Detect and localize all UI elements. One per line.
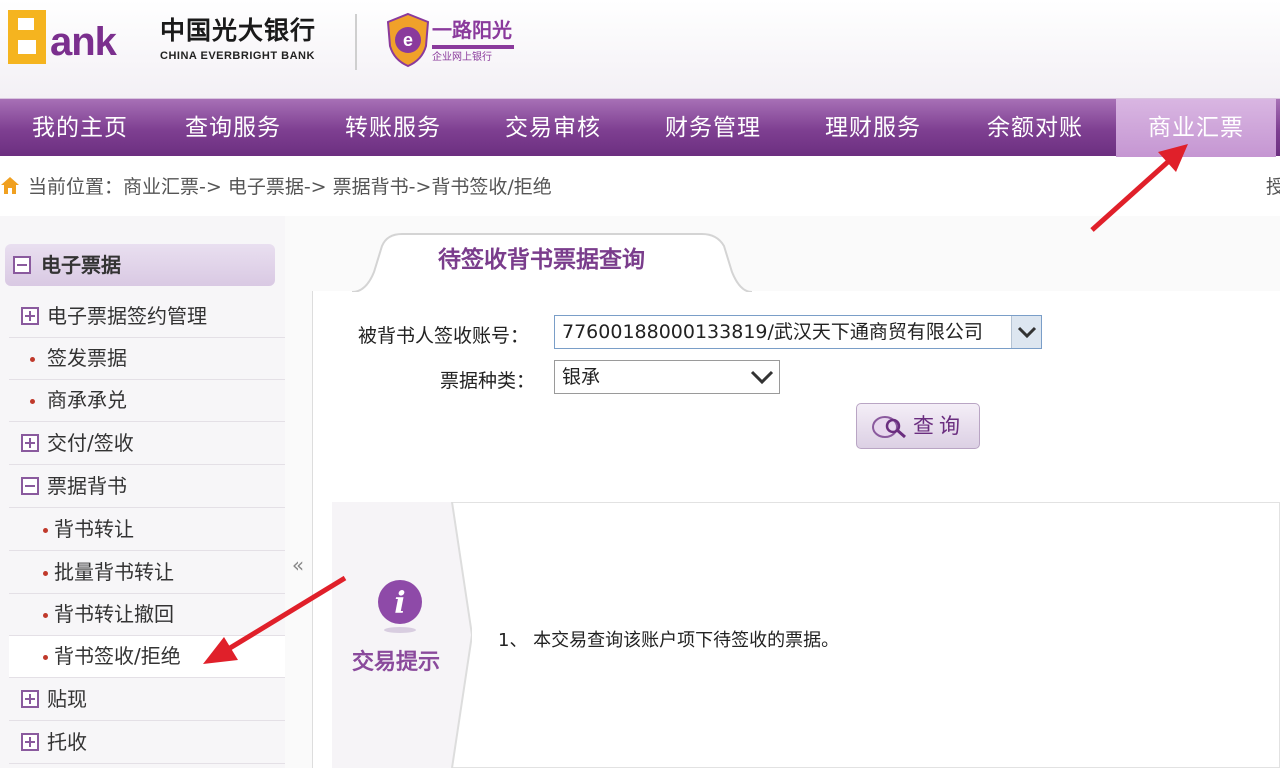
tips-title: 交易提示 [352, 650, 441, 675]
sidebar-item-sign-mgmt[interactable]: 电子票据签约管理 [9, 296, 285, 338]
sidebar-item-label: 托收 [47, 730, 87, 754]
sidebar-collapse-button[interactable]: « [286, 552, 310, 578]
header: ank 中国光大银行 CHINA EVERBRIGHT BANK e 一路阳光 … [0, 0, 1280, 98]
bank-logo-b [8, 10, 46, 64]
expand-icon [21, 434, 39, 452]
expand-icon [21, 690, 39, 708]
sidebar-item-label: 交付/签收 [47, 431, 134, 455]
sidebar-header[interactable]: 电子票据 [5, 244, 275, 286]
sidebar-item-label: 贴现 [47, 687, 87, 711]
svg-text:i: i [394, 586, 405, 621]
expand-icon [21, 733, 39, 751]
bill-kind-label: 票据种类： [440, 370, 536, 392]
sidebar-item-label: 批量背书转让 [54, 560, 174, 584]
chevron-down-icon [747, 361, 777, 393]
bill-kind-select-value: 银承 [562, 366, 601, 388]
query-button[interactable]: 查询 [856, 403, 980, 449]
bank-name-en: CHINA EVERBRIGHT BANK [160, 50, 315, 62]
account-label: 被背书人签收账号： [358, 325, 530, 347]
sidebar-item-label: 背书转让撤回 [54, 602, 174, 626]
header-divider [355, 14, 357, 70]
sidebar-item-discount[interactable]: 贴现 [9, 679, 285, 721]
sidebar-item-collection[interactable]: 托收 [9, 722, 285, 764]
query-button-label: 查询 [913, 414, 965, 438]
nav-item-reconcile[interactable]: 余额对账 [955, 99, 1115, 157]
breadcrumb: 当前位置：商业汇票-> 电子票据-> 票据背书->背书签收/拒绝 [28, 176, 552, 198]
slogan: 一路阳光 [432, 18, 512, 42]
info-icon: i [378, 580, 422, 633]
tips-side-panel [332, 502, 472, 768]
nav-item-query[interactable]: 查询服务 [153, 99, 313, 157]
sidebar-item-label: 签发票据 [47, 346, 127, 370]
sidebar-item-batch-endorse[interactable]: 批量背书转让 [9, 552, 285, 594]
sidebar-header-label: 电子票据 [41, 253, 121, 277]
sidebar-item-deliver-receive[interactable]: 交付/签收 [9, 423, 285, 465]
sidebar-item-endorsement[interactable]: 票据背书 [9, 466, 285, 508]
tab-pending-endorsement-query[interactable]: 待签收背书票据查询 [438, 244, 645, 276]
home-icon [1, 177, 19, 194]
sidebar-item-label: 商承承兑 [47, 388, 127, 412]
magnifier-icon [872, 416, 906, 439]
sidebar-item-endorse-sign-reject[interactable]: 背书签收/拒绝 [9, 636, 285, 678]
bullet-icon [43, 528, 48, 533]
nav-item-commercial-draft[interactable]: 商业汇票 [1116, 99, 1276, 157]
shield-logo-icon: e [386, 12, 430, 68]
nav-item-approval[interactable]: 交易审核 [473, 99, 633, 157]
sidebar-item-label: 电子票据签约管理 [47, 304, 207, 328]
bill-kind-select[interactable]: 银承 [554, 360, 780, 394]
sidebar-item-issue[interactable]: 签发票据 [9, 338, 285, 380]
bullet-icon [43, 655, 48, 660]
nav-item-home[interactable]: 我的主页 [0, 99, 160, 157]
sidebar-item-label: 票据背书 [47, 474, 127, 498]
account-select[interactable]: 77600188000133819/武汉天下通商贸有限公司 [554, 315, 1042, 349]
main-nav: 我的主页 查询服务 转账服务 交易审核 财务管理 理财服务 余额对账 商业汇票 [0, 98, 1280, 157]
sidebar-item-endorse-revoke[interactable]: 背书转让撤回 [9, 594, 285, 636]
collapse-icon [21, 477, 39, 495]
bank-logo-text: ank [50, 20, 117, 64]
sidebar-item-label: 背书签收/拒绝 [54, 644, 181, 668]
bullet-icon [30, 357, 35, 362]
bank-name-cn: 中国光大银行 [160, 16, 317, 45]
bullet-icon [43, 571, 48, 576]
bullet-icon [43, 613, 48, 618]
tips-item: 1、 本交易查询该账户项下待签收的票据。 [498, 630, 840, 651]
sidebar-item-label: 背书转让 [54, 517, 134, 541]
bullet-icon [30, 399, 35, 404]
account-select-value: 77600188000133819/武汉天下通商贸有限公司 [562, 321, 983, 343]
nav-item-wealth[interactable]: 理财服务 [793, 99, 953, 157]
collapse-icon [13, 256, 31, 274]
slogan-subtitle: 企业网上银行 [432, 52, 492, 63]
svg-text:e: e [403, 30, 413, 50]
nav-item-transfer[interactable]: 转账服务 [313, 99, 473, 157]
breadcrumb-right-text: 授 [1266, 176, 1280, 198]
nav-item-finance[interactable]: 财务管理 [633, 99, 793, 157]
sidebar-item-endorse-transfer[interactable]: 背书转让 [9, 509, 285, 551]
slogan-underline [432, 45, 514, 49]
sidebar-item-acceptance[interactable]: 商承承兑 [9, 380, 285, 422]
expand-icon [21, 307, 39, 325]
chevron-down-icon [1011, 316, 1041, 348]
